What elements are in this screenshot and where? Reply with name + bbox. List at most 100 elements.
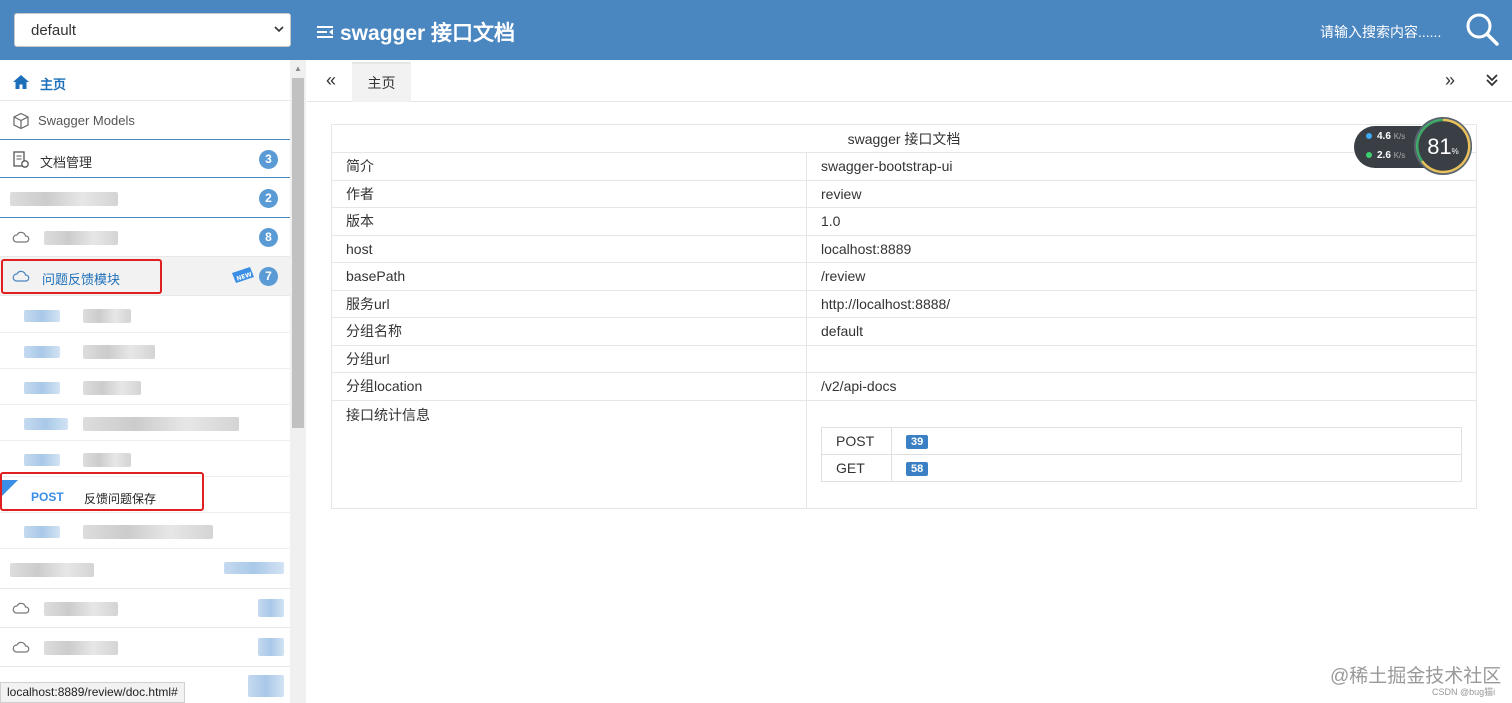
download-value: 2.6 [1377,150,1391,161]
chevron-down-icon [274,26,284,33]
tab-home[interactable]: 主页 [352,62,411,102]
sidebar-item-label: 文档管理 [40,155,93,170]
api-item[interactable] [0,513,290,549]
count-badge: 2 [259,189,278,208]
cpu-number: 81 [1427,134,1452,159]
table-row: 版本 1.0 [331,207,1477,236]
row-value: 1.0 [806,207,1477,236]
count-badge: 39 [906,435,929,449]
count-badge: 7 [259,267,278,286]
api-item[interactable] [0,297,290,333]
sidebar-item-models[interactable]: Swagger Models [0,101,290,140]
download-speed: 2.6 K/s [1366,150,1405,161]
redacted-method [24,346,60,358]
row-key: 服务url [331,289,807,318]
cloud-api-icon [12,231,30,243]
home-icon [13,75,29,89]
redacted-label [83,417,239,431]
stats-method: GET [821,453,892,482]
speed-unit: K/s [1393,151,1406,160]
cpu-value: 81% [1417,134,1469,160]
redacted-badge [258,599,284,617]
redacted-label [83,381,141,395]
stats-count-cell: 39 [891,426,1462,455]
table-row: 作者 review [331,179,1477,208]
tab-scroll-right-icon[interactable]: » [1445,70,1455,91]
cpu-gauge[interactable]: 81% [1414,117,1472,175]
redacted-label [44,641,118,655]
table-row: 接口统计信息 POST 39 GET 58 [331,399,1477,509]
redacted-label [83,345,155,359]
row-value: localhost:8889 [806,234,1477,263]
menu-toggle-icon[interactable] [316,23,334,41]
redacted-label [83,309,131,323]
stats-count-cell: 58 [891,453,1462,482]
redacted-method [24,526,60,538]
group-select-value: default [31,21,77,39]
double-chevron-down-icon[interactable] [1484,72,1500,88]
redacted-method [24,418,68,430]
redacted-method [24,382,60,394]
row-value: default [806,317,1477,346]
highlight-box [0,472,204,511]
tab-bar [307,60,1512,102]
count-badge: 8 [259,228,278,247]
table-caption: swagger 接口文档 [331,124,1477,153]
table-row: POST 39 [821,426,1462,455]
sidebar-item-group-2[interactable]: 2 [0,179,290,218]
row-value: /v2/api-docs [806,372,1477,401]
redacted-label [10,192,118,206]
new-badge-icon: NEW [232,267,254,283]
percent-sign: % [1451,147,1459,156]
redacted-label [10,563,94,577]
cube-icon [13,112,29,130]
row-key: 版本 [331,207,807,236]
sidebar-item-doc-manage[interactable]: 文档管理 3 [0,139,290,178]
row-key: basePath [331,262,807,291]
table-row: host localhost:8889 [331,234,1477,263]
table-row: 简介 swagger-bootstrap-ui [331,152,1477,181]
header-title-wrap: swagger 接口文档 [316,17,515,47]
row-value: review [806,179,1477,208]
row-key: host [331,234,807,263]
row-value: POST 39 GET 58 [806,399,1477,509]
row-value: http://localhost:8888/ [806,289,1477,318]
group-select[interactable]: default [14,13,291,47]
watermark-small: CSDN @bug猫i [1432,687,1496,697]
redacted-label [83,525,213,539]
upload-arrow-icon [1366,133,1372,139]
api-item[interactable] [0,369,290,405]
row-key: 简介 [331,152,807,181]
row-key: 接口统计信息 [331,399,807,509]
highlight-box [1,259,162,294]
api-stats-table: POST 39 GET 58 [821,426,1462,482]
api-item[interactable] [0,405,290,441]
redacted-method [24,310,60,322]
row-key: 分组名称 [331,317,807,346]
tab-scroll-left-icon[interactable]: « [326,70,336,91]
sidebar-item-group-5[interactable] [0,550,290,589]
sidebar-item-group-3[interactable]: 8 [0,218,290,257]
document-settings-icon [13,151,29,168]
sidebar: 主页 Swagger Models 文档管理 3 2 8 问题反馈模块 7 [0,60,290,703]
table-row: basePath/review [331,262,1477,291]
row-value: /review [806,262,1477,291]
api-item[interactable] [0,333,290,369]
search-icon[interactable] [1465,12,1499,46]
sidebar-item-group-6[interactable] [0,589,290,628]
redacted-badge [224,562,284,574]
redacted-badge [248,675,284,697]
watermark: @稀土掘金技术社区 [1330,666,1502,687]
cloud-api-icon [12,641,30,653]
sidebar-item-label: 主页 [40,77,67,92]
sidebar-item-group-7[interactable] [0,628,290,667]
redacted-label [83,453,131,467]
table-row: 服务url http://localhost:8888/ [331,289,1477,318]
row-key: 作者 [331,179,807,208]
redacted-label [44,231,118,245]
scrollbar-thumb[interactable] [292,78,304,428]
sidebar-item-home[interactable]: 主页 [0,62,290,101]
search-input[interactable]: 请输入搜索内容...... [1320,22,1441,42]
table-row: 分组名称 default [331,317,1477,346]
scroll-up-arrow-icon[interactable]: ▲ [294,64,302,73]
